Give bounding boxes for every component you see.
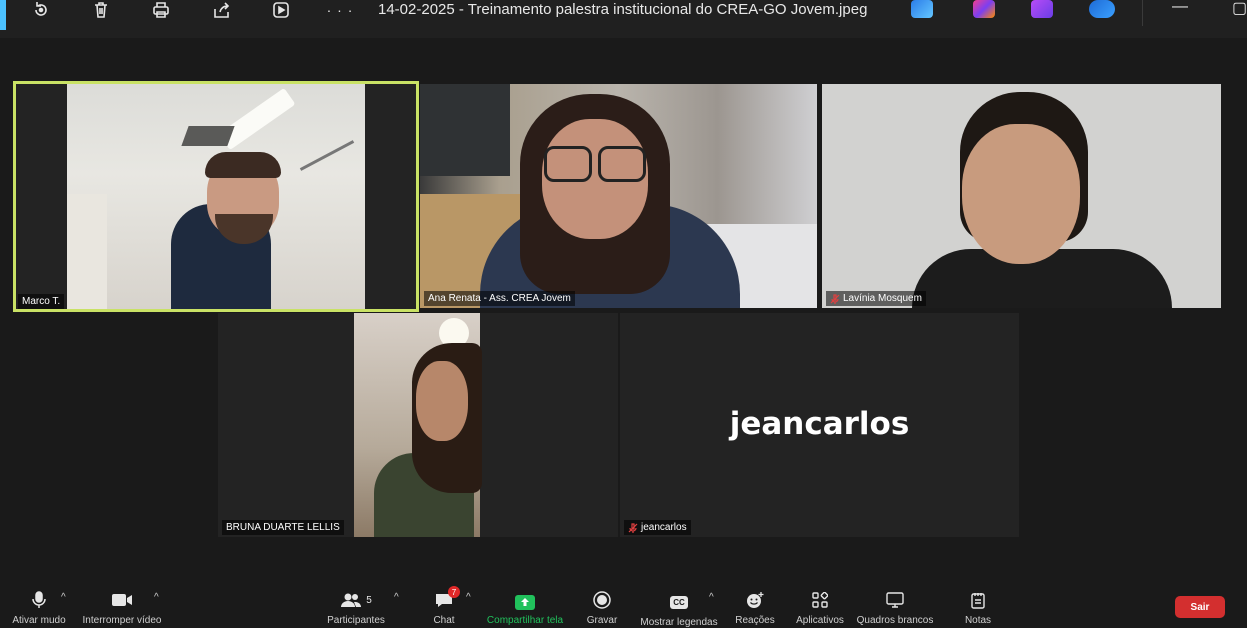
- video-tile-lavinia[interactable]: Lavínia Mosquem: [822, 84, 1221, 308]
- video-feed: [822, 84, 1221, 308]
- title-bar-accent: [0, 0, 6, 30]
- participants-count: 5: [366, 594, 372, 606]
- captions-options-caret[interactable]: ^: [709, 592, 714, 603]
- chat-button[interactable]: 7 Chat: [424, 582, 464, 626]
- participants-options-caret[interactable]: ^: [394, 592, 399, 603]
- rotate-icon[interactable]: [27, 0, 55, 20]
- designer-app-icon[interactable]: [911, 0, 933, 18]
- mic-muted-icon: [628, 522, 638, 533]
- whiteboard-icon: [886, 589, 904, 611]
- onedrive-icon[interactable]: [1089, 0, 1115, 18]
- participants-button[interactable]: 5 Participantes: [326, 582, 386, 626]
- video-tile-jeancarlos[interactable]: jeancarlos jeancarlos: [620, 313, 1019, 537]
- participant-name-label: Marco T.: [18, 294, 65, 309]
- participants-icon: 5: [340, 589, 372, 611]
- mute-button[interactable]: Ativar mudo: [8, 582, 70, 626]
- share-screen-icon: [515, 591, 535, 613]
- apps-button[interactable]: Aplicativos: [794, 582, 846, 626]
- apps-icon: [812, 589, 828, 611]
- record-icon: [593, 589, 611, 611]
- mute-options-caret[interactable]: ^: [61, 592, 66, 603]
- leave-meeting-button[interactable]: Sair: [1175, 596, 1225, 618]
- viewer-title-bar: · · · 14-02-2025 - Treinamento palestra …: [0, 0, 1247, 38]
- video-camera-icon: [111, 589, 133, 611]
- video-tile-bruna[interactable]: BRUNA DUARTE LELLIS: [218, 313, 618, 537]
- print-icon[interactable]: [147, 0, 175, 20]
- participant-display-name: jeancarlos: [729, 406, 910, 442]
- copilot-app-icon[interactable]: [973, 0, 995, 18]
- participant-name-label: Lavínia Mosquem: [826, 291, 926, 306]
- window-title: 14-02-2025 - Treinamento palestra instit…: [378, 1, 868, 18]
- video-feed: [420, 84, 817, 308]
- record-button[interactable]: Gravar: [582, 582, 622, 626]
- reactions-button[interactable]: Reações: [734, 582, 776, 626]
- mic-muted-icon: [830, 293, 840, 304]
- title-bar-divider: [1142, 0, 1143, 26]
- video-options-caret[interactable]: ^: [154, 592, 159, 603]
- closed-captions-icon: CC: [670, 591, 688, 613]
- video-feed: [354, 313, 482, 537]
- microphone-icon: [32, 589, 46, 611]
- meeting-toolbar: Ativar mudo ^ Interromper vídeo ^ 5 Part…: [0, 582, 1247, 628]
- chat-icon: 7: [435, 586, 460, 611]
- stop-video-button[interactable]: Interromper vídeo: [80, 582, 164, 626]
- participant-name-label: Ana Renata - Ass. CREA Jovem: [424, 291, 575, 306]
- video-tile-marco[interactable]: Marco T.: [13, 81, 419, 312]
- participant-name-label: BRUNA DUARTE LELLIS: [222, 520, 344, 535]
- more-options-icon[interactable]: · · ·: [326, 0, 354, 20]
- maximize-icon[interactable]: ▢: [1232, 0, 1247, 18]
- notes-icon: [971, 589, 985, 611]
- whiteboards-button[interactable]: Quadros brancos: [855, 582, 935, 626]
- minimize-icon[interactable]: —: [1172, 0, 1188, 16]
- delete-icon[interactable]: [87, 0, 115, 20]
- clipchamp-app-icon[interactable]: [1031, 0, 1053, 18]
- video-feed: [67, 84, 365, 309]
- captions-button[interactable]: CC Mostrar legendas: [638, 582, 720, 628]
- share-icon[interactable]: [208, 0, 236, 20]
- smiley-icon: [746, 589, 764, 611]
- notes-button[interactable]: Notas: [960, 582, 996, 626]
- chat-unread-badge: 7: [448, 586, 460, 598]
- chat-options-caret[interactable]: ^: [466, 592, 471, 603]
- video-tile-ana-renata[interactable]: Ana Renata - Ass. CREA Jovem: [420, 84, 817, 308]
- slideshow-icon[interactable]: [267, 0, 295, 20]
- share-screen-button[interactable]: Compartilhar tela: [484, 582, 566, 626]
- participant-name-label: jeancarlos: [624, 520, 691, 535]
